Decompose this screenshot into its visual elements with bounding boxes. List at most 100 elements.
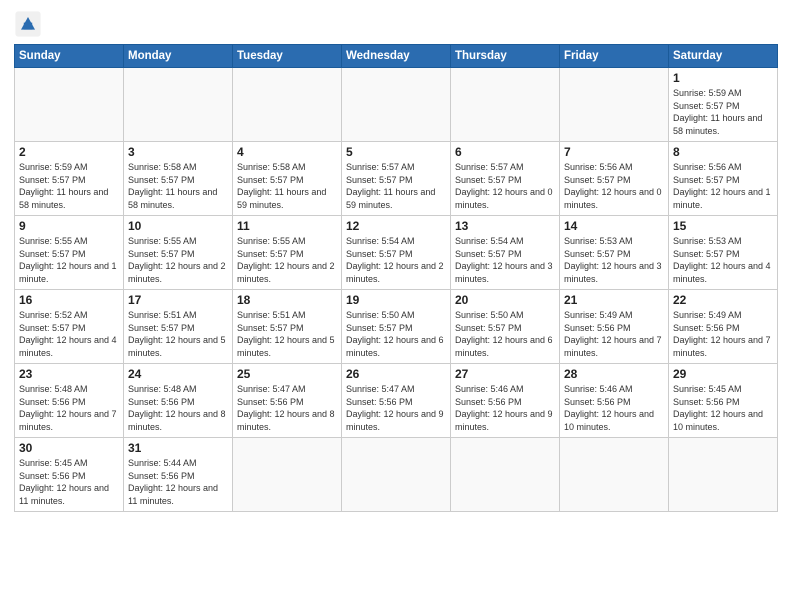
day-info: Sunrise: 5:50 AMSunset: 5:57 PMDaylight:… xyxy=(455,309,555,359)
day-number: 30 xyxy=(19,441,119,455)
day-info: Sunrise: 5:54 AMSunset: 5:57 PMDaylight:… xyxy=(346,235,446,285)
empty-cell xyxy=(342,438,451,512)
calendar-week-row: 2 Sunrise: 5:59 AMSunset: 5:57 PMDaylight… xyxy=(15,142,778,216)
day-info: Sunrise: 5:53 AMSunset: 5:57 PMDaylight:… xyxy=(673,235,773,285)
day-number: 1 xyxy=(673,71,773,85)
day-info: Sunrise: 5:49 AMSunset: 5:56 PMDaylight:… xyxy=(564,309,664,359)
weekday-header-friday: Friday xyxy=(560,45,669,68)
day-number: 27 xyxy=(455,367,555,381)
header xyxy=(14,10,778,38)
empty-cell xyxy=(560,68,669,142)
day-number: 25 xyxy=(237,367,337,381)
day-cell-21: 21 Sunrise: 5:49 AMSunset: 5:56 PMDayligh… xyxy=(560,290,669,364)
day-info: Sunrise: 5:52 AMSunset: 5:57 PMDaylight:… xyxy=(19,309,119,359)
day-cell-5: 5Sunrise: 5:57 AMSunset: 5:57 PMDaylight… xyxy=(342,142,451,216)
day-cell-15: 15 Sunrise: 5:53 AMSunset: 5:57 PMDayligh… xyxy=(669,216,778,290)
day-cell-29: 29 Sunrise: 5:45 AMSunset: 5:56 PMDayligh… xyxy=(669,364,778,438)
empty-cell xyxy=(233,68,342,142)
generalblue-logo-icon xyxy=(14,10,42,38)
day-info: Sunrise: 5:51 AMSunset: 5:57 PMDaylight:… xyxy=(128,309,228,359)
day-cell-25: 25 Sunrise: 5:47 AMSunset: 5:56 PMDayligh… xyxy=(233,364,342,438)
day-info: Sunrise: 5:48 AMSunset: 5:56 PMDaylight:… xyxy=(128,383,228,433)
day-number: 19 xyxy=(346,293,446,307)
day-info: Sunrise: 5:58 AMSunset: 5:57 PMDaylight:… xyxy=(237,161,337,211)
day-number: 6 xyxy=(455,145,555,159)
day-number: 10 xyxy=(128,219,228,233)
day-info: Sunrise: 5:45 AMSunset: 5:56 PMDaylight:… xyxy=(673,383,773,433)
weekday-header-tuesday: Tuesday xyxy=(233,45,342,68)
day-info: Sunrise: 5:57 AMSunset: 5:57 PMDaylight:… xyxy=(455,161,555,211)
calendar-week-row: 30 Sunrise: 5:45 AMSunset: 5:56 PMDayligh… xyxy=(15,438,778,512)
day-info: Sunrise: 5:55 AMSunset: 5:57 PMDaylight:… xyxy=(128,235,228,285)
day-cell-31: 31 Sunrise: 5:44 AMSunset: 5:56 PMDayligh… xyxy=(124,438,233,512)
day-info: Sunrise: 5:50 AMSunset: 5:57 PMDaylight:… xyxy=(346,309,446,359)
day-info: Sunrise: 5:47 AMSunset: 5:56 PMDaylight:… xyxy=(237,383,337,433)
day-cell-18: 18Sunrise: 5:51 AMSunset: 5:57 PMDayligh… xyxy=(233,290,342,364)
day-info: Sunrise: 5:59 AMSunset: 5:57 PMDaylight:… xyxy=(19,161,119,211)
empty-cell xyxy=(124,68,233,142)
day-number: 12 xyxy=(346,219,446,233)
calendar-table: SundayMondayTuesdayWednesdayThursdayFrid… xyxy=(14,44,778,512)
day-info: Sunrise: 5:49 AMSunset: 5:56 PMDaylight:… xyxy=(673,309,773,359)
empty-cell xyxy=(451,68,560,142)
day-number: 18 xyxy=(237,293,337,307)
day-info: Sunrise: 5:55 AMSunset: 5:57 PMDaylight:… xyxy=(237,235,337,285)
day-number: 7 xyxy=(564,145,664,159)
day-info: Sunrise: 5:58 AMSunset: 5:57 PMDaylight:… xyxy=(128,161,228,211)
day-cell-2: 2 Sunrise: 5:59 AMSunset: 5:57 PMDaylight… xyxy=(15,142,124,216)
day-cell-16: 16 Sunrise: 5:52 AMSunset: 5:57 PMDayligh… xyxy=(15,290,124,364)
day-cell-23: 23 Sunrise: 5:48 AMSunset: 5:56 PMDayligh… xyxy=(15,364,124,438)
day-cell-26: 26Sunrise: 5:47 AMSunset: 5:56 PMDayligh… xyxy=(342,364,451,438)
day-number: 24 xyxy=(128,367,228,381)
day-number: 15 xyxy=(673,219,773,233)
day-info: Sunrise: 5:48 AMSunset: 5:56 PMDaylight:… xyxy=(19,383,119,433)
day-info: Sunrise: 5:56 AMSunset: 5:57 PMDaylight:… xyxy=(564,161,664,211)
day-cell-14: 14Sunrise: 5:53 AMSunset: 5:57 PMDayligh… xyxy=(560,216,669,290)
empty-cell xyxy=(15,68,124,142)
day-number: 28 xyxy=(564,367,664,381)
empty-cell xyxy=(342,68,451,142)
day-info: Sunrise: 5:44 AMSunset: 5:56 PMDaylight:… xyxy=(128,457,228,507)
day-info: Sunrise: 5:46 AMSunset: 5:56 PMDaylight:… xyxy=(564,383,664,433)
day-number: 16 xyxy=(19,293,119,307)
weekday-header-wednesday: Wednesday xyxy=(342,45,451,68)
day-number: 20 xyxy=(455,293,555,307)
day-cell-7: 7 Sunrise: 5:56 AMSunset: 5:57 PMDaylight… xyxy=(560,142,669,216)
empty-cell xyxy=(560,438,669,512)
day-number: 22 xyxy=(673,293,773,307)
day-cell-17: 17 Sunrise: 5:51 AMSunset: 5:57 PMDayligh… xyxy=(124,290,233,364)
day-cell-9: 9Sunrise: 5:55 AMSunset: 5:57 PMDaylight… xyxy=(15,216,124,290)
day-cell-24: 24 Sunrise: 5:48 AMSunset: 5:56 PMDayligh… xyxy=(124,364,233,438)
page: SundayMondayTuesdayWednesdayThursdayFrid… xyxy=(0,0,792,612)
day-number: 29 xyxy=(673,367,773,381)
day-info: Sunrise: 5:56 AMSunset: 5:57 PMDaylight:… xyxy=(673,161,773,211)
day-cell-30: 30 Sunrise: 5:45 AMSunset: 5:56 PMDayligh… xyxy=(15,438,124,512)
day-cell-22: 22 Sunrise: 5:49 AMSunset: 5:56 PMDayligh… xyxy=(669,290,778,364)
day-cell-4: 4 Sunrise: 5:58 AMSunset: 5:57 PMDaylight… xyxy=(233,142,342,216)
day-number: 9 xyxy=(19,219,119,233)
day-cell-3: 3Sunrise: 5:58 AMSunset: 5:57 PMDaylight… xyxy=(124,142,233,216)
day-number: 23 xyxy=(19,367,119,381)
day-cell-27: 27 Sunrise: 5:46 AMSunset: 5:56 PMDayligh… xyxy=(451,364,560,438)
day-info: Sunrise: 5:46 AMSunset: 5:56 PMDaylight:… xyxy=(455,383,555,433)
calendar-week-row: 1Sunrise: 5:59 AMSunset: 5:57 PMDaylight… xyxy=(15,68,778,142)
weekday-header-row: SundayMondayTuesdayWednesdayThursdayFrid… xyxy=(15,45,778,68)
day-number: 11 xyxy=(237,219,337,233)
day-info: Sunrise: 5:54 AMSunset: 5:57 PMDaylight:… xyxy=(455,235,555,285)
weekday-header-saturday: Saturday xyxy=(669,45,778,68)
day-cell-19: 19 Sunrise: 5:50 AMSunset: 5:57 PMDayligh… xyxy=(342,290,451,364)
day-info: Sunrise: 5:45 AMSunset: 5:56 PMDaylight:… xyxy=(19,457,119,507)
day-info: Sunrise: 5:57 AMSunset: 5:57 PMDaylight:… xyxy=(346,161,446,211)
empty-cell xyxy=(233,438,342,512)
day-number: 2 xyxy=(19,145,119,159)
day-number: 21 xyxy=(564,293,664,307)
weekday-header-thursday: Thursday xyxy=(451,45,560,68)
day-number: 13 xyxy=(455,219,555,233)
day-number: 4 xyxy=(237,145,337,159)
day-cell-28: 28 Sunrise: 5:46 AMSunset: 5:56 PMDayligh… xyxy=(560,364,669,438)
weekday-header-monday: Monday xyxy=(124,45,233,68)
weekday-header-sunday: Sunday xyxy=(15,45,124,68)
day-cell-10: 10 Sunrise: 5:55 AMSunset: 5:57 PMDayligh… xyxy=(124,216,233,290)
day-number: 17 xyxy=(128,293,228,307)
day-number: 31 xyxy=(128,441,228,455)
